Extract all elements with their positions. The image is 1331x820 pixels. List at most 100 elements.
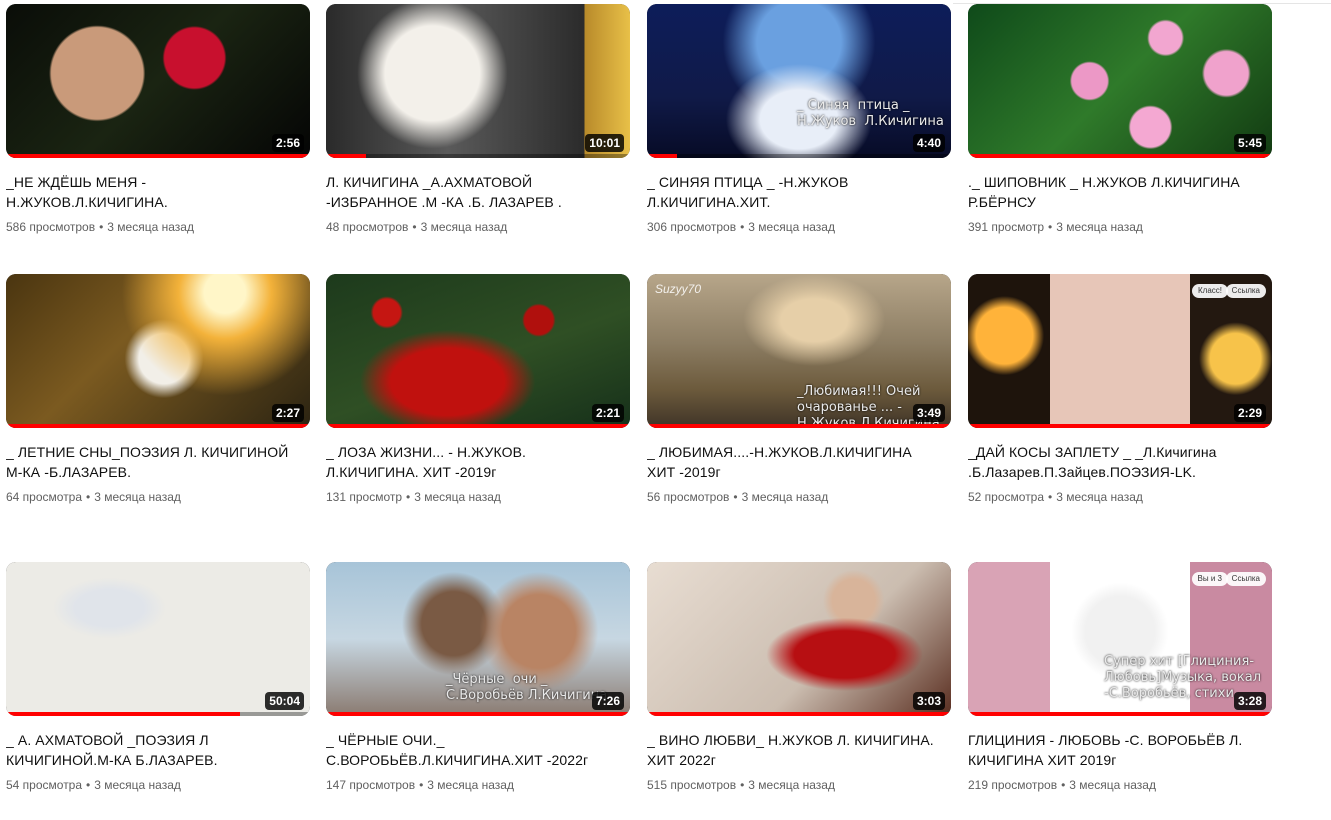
upload-age: 3 месяца назад (1056, 220, 1143, 234)
meta-separator: • (1048, 490, 1053, 504)
meta-separator: • (99, 220, 104, 234)
upload-age: 3 месяца назад (94, 490, 181, 504)
video-card[interactable]: Вы и 3 Ссылка Супер хит [Глициния- Любовь]… (968, 562, 1272, 794)
duration-badge: 50:04 (265, 692, 304, 710)
video-title[interactable]: _НЕ ЖДЁШЬ МЕНЯ - Н.ЖУКОВ.Л.КИЧИГИНА. (6, 172, 310, 212)
duration-badge: 4:40 (912, 134, 945, 152)
video-title[interactable]: _ А. АХМАТОВОЙ _ПОЭЗИЯ Л КИЧИГИНОЙ.М-КА … (6, 730, 310, 770)
video-title[interactable]: _ СИНЯЯ ПТИЦА _ -Н.ЖУКОВ Л.КИЧИГИНА.ХИТ. (647, 172, 951, 212)
video-thumbnail[interactable]: 10:01 (326, 4, 630, 158)
thumbnail-image (6, 562, 310, 716)
video-meta: 147 просмотров • 3 месяца назад (326, 776, 630, 794)
video-thumbnail[interactable]: 5:45 (968, 4, 1272, 158)
video-title[interactable]: _ ЧЁРНЫЕ ОЧИ._ С.ВОРОБЬЁВ.Л.КИЧИГИНА.ХИТ… (326, 730, 630, 770)
meta-separator: • (733, 490, 738, 504)
video-card[interactable]: 10:01 Л. КИЧИГИНА _А.АХМАТОВОЙ -ИЗБРАННОЕ… (326, 4, 630, 236)
video-card[interactable]: 2:56 _НЕ ЖДЁШЬ МЕНЯ - Н.ЖУКОВ.Л.КИЧИГИНА.… (6, 4, 310, 236)
video-title[interactable]: _ДАЙ КОСЫ ЗАПЛЕТУ _ _Л.Кичигина .Б.Лазар… (968, 442, 1272, 482)
duration-badge: 7:26 (591, 692, 624, 710)
video-thumbnail[interactable]: Вы и 3 Ссылка Супер хит [Глициния- Любовь]… (968, 562, 1272, 716)
duration-badge: 3:28 (1233, 692, 1266, 710)
video-title[interactable]: _ ЛЮБИМАЯ....-Н.ЖУКОВ.Л.КИЧИГИНА ХИТ -20… (647, 442, 951, 482)
meta-separator: • (1061, 778, 1066, 792)
duration-badge: 3:49 (912, 404, 945, 422)
video-title[interactable]: Л. КИЧИГИНА _А.АХМАТОВОЙ -ИЗБРАННОЕ .М -… (326, 172, 630, 212)
watch-progress-bar (6, 154, 310, 158)
meta-separator: • (419, 778, 424, 792)
video-meta: 586 просмотров • 3 месяца назад (6, 218, 310, 236)
video-meta: 54 просмотра • 3 месяца назад (6, 776, 310, 794)
video-meta: 64 просмотра • 3 месяца назад (6, 488, 310, 506)
video-title[interactable]: _ ЛЕТНИЕ СНЫ_ПОЭЗИЯ Л. КИЧИГИНОЙ М-КА -Б… (6, 442, 310, 482)
view-count: 52 просмотра (968, 490, 1045, 504)
video-card[interactable]: Класс! Ссылка 2:29 _ДАЙ КОСЫ ЗАПЛЕТУ _ _Л.К… (968, 274, 1272, 506)
duration-badge: 10:01 (585, 134, 624, 152)
video-card[interactable]: _ Синяя птица _ Н.Жуков Л.Кичигина 4:40 _ … (647, 4, 951, 236)
duration-badge: 5:45 (1233, 134, 1266, 152)
video-thumbnail[interactable]: Класс! Ссылка 2:29 (968, 274, 1272, 428)
thumbnail-image (6, 4, 310, 158)
view-count: 131 просмотр (326, 490, 403, 504)
upload-age: 3 месяца назад (741, 490, 829, 504)
thumbnail-image (968, 4, 1272, 158)
video-meta: 306 просмотров • 3 месяца назад (647, 218, 951, 236)
watch-progress-bar (647, 712, 951, 716)
view-count: 391 просмотр (968, 220, 1045, 234)
video-thumbnail[interactable]: 2:21 (326, 274, 630, 428)
watch-progress-bar (968, 712, 1272, 716)
view-count: 219 просмотров (968, 778, 1058, 792)
video-thumbnail[interactable]: 50:04 (6, 562, 310, 716)
watch-progress-bar (968, 424, 1272, 428)
video-meta: 515 просмотров • 3 месяца назад (647, 776, 951, 794)
upload-age: 3 месяца назад (427, 778, 514, 792)
view-count: 147 просмотров (326, 778, 416, 792)
upload-age: 3 месяца назад (748, 220, 835, 234)
watch-progress-bar (326, 154, 366, 158)
video-card[interactable]: 50:04 _ А. АХМАТОВОЙ _ПОЭЗИЯ Л КИЧИГИНОЙ.… (6, 562, 310, 794)
watch-progress-track (647, 154, 951, 158)
meta-separator: • (86, 778, 91, 792)
thumbnail-image (647, 4, 951, 158)
video-thumbnail[interactable]: _ Синяя птица _ Н.Жуков Л.Кичигина 4:40 (647, 4, 951, 158)
duration-badge: 2:27 (271, 404, 304, 422)
video-card[interactable]: 2:21 _ ЛОЗА ЖИЗНИ... - Н.ЖУКОВ. Л.КИЧИГИН… (326, 274, 630, 506)
video-card[interactable]: 2:27 _ ЛЕТНИЕ СНЫ_ПОЭЗИЯ Л. КИЧИГИНОЙ М-К… (6, 274, 310, 506)
watch-progress-track (326, 154, 630, 158)
thumbnail-chip: Класс! (1192, 284, 1228, 298)
video-card[interactable]: 3:03 _ ВИНО ЛЮБВИ_ Н.ЖУКОВ Л. КИЧИГИНА. Х… (647, 562, 951, 794)
duration-badge: 2:56 (271, 134, 304, 152)
video-thumbnail[interactable]: _Чёрные очи _ С.Воробьёв Л.Кичигина 7:26 (326, 562, 630, 716)
thumbnail-overlay-text: _Чёрные очи _ С.Воробьёв Л.Кичигина (446, 672, 608, 703)
video-thumbnail[interactable]: 3:03 (647, 562, 951, 716)
thumbnail-image (6, 274, 310, 428)
video-thumbnail[interactable]: 2:56 (6, 4, 310, 158)
video-meta: 52 просмотра • 3 месяца назад (968, 488, 1272, 506)
video-title[interactable]: _ ЛОЗА ЖИЗНИ... - Н.ЖУКОВ. Л.КИЧИГИНА. Х… (326, 442, 630, 482)
video-thumbnail[interactable]: Suzyy70 _Любимая!!! Очей очарованье ... -… (647, 274, 951, 428)
watch-progress-bar (6, 424, 310, 428)
video-card[interactable]: 5:45 ._ ШИПОВНИК _ Н.ЖУКОВ Л.КИЧИГИНА Р.Б… (968, 4, 1272, 236)
duration-badge: 2:29 (1233, 404, 1266, 422)
meta-separator: • (86, 490, 91, 504)
video-card[interactable]: _Чёрные очи _ С.Воробьёв Л.Кичигина 7:26 _… (326, 562, 630, 794)
meta-separator: • (406, 490, 411, 504)
upload-age: 3 месяца назад (748, 778, 835, 792)
thumbnail-image (326, 4, 630, 158)
upload-age: 3 месяца назад (1056, 490, 1143, 504)
video-title[interactable]: ._ ШИПОВНИК _ Н.ЖУКОВ Л.КИЧИГИНА Р.БЁРНС… (968, 172, 1272, 212)
video-card[interactable]: Suzyy70 _Любимая!!! Очей очарованье ... -… (647, 274, 951, 506)
view-count: 515 просмотров (647, 778, 737, 792)
thumbnail-chip: Ссылка (1225, 572, 1266, 586)
video-meta: 56 просмотров • 3 месяца назад (647, 488, 951, 506)
video-title[interactable]: ГЛИЦИНИЯ - ЛЮБОВЬ -С. ВОРОБЬЁВ Л. КИЧИГИ… (968, 730, 1272, 770)
view-count: 48 просмотров (326, 220, 409, 234)
thumbnail-image (968, 274, 1272, 428)
video-thumbnail[interactable]: 2:27 (6, 274, 310, 428)
thumbnail-watermark: Suzyy70 (655, 282, 702, 296)
video-title[interactable]: _ ВИНО ЛЮБВИ_ Н.ЖУКОВ Л. КИЧИГИНА. ХИТ 2… (647, 730, 951, 770)
upload-age: 3 месяца назад (414, 490, 501, 504)
view-count: 306 просмотров (647, 220, 737, 234)
thumbnail-image (647, 562, 951, 716)
upload-age: 3 месяца назад (420, 220, 508, 234)
view-count: 56 просмотров (647, 490, 730, 504)
